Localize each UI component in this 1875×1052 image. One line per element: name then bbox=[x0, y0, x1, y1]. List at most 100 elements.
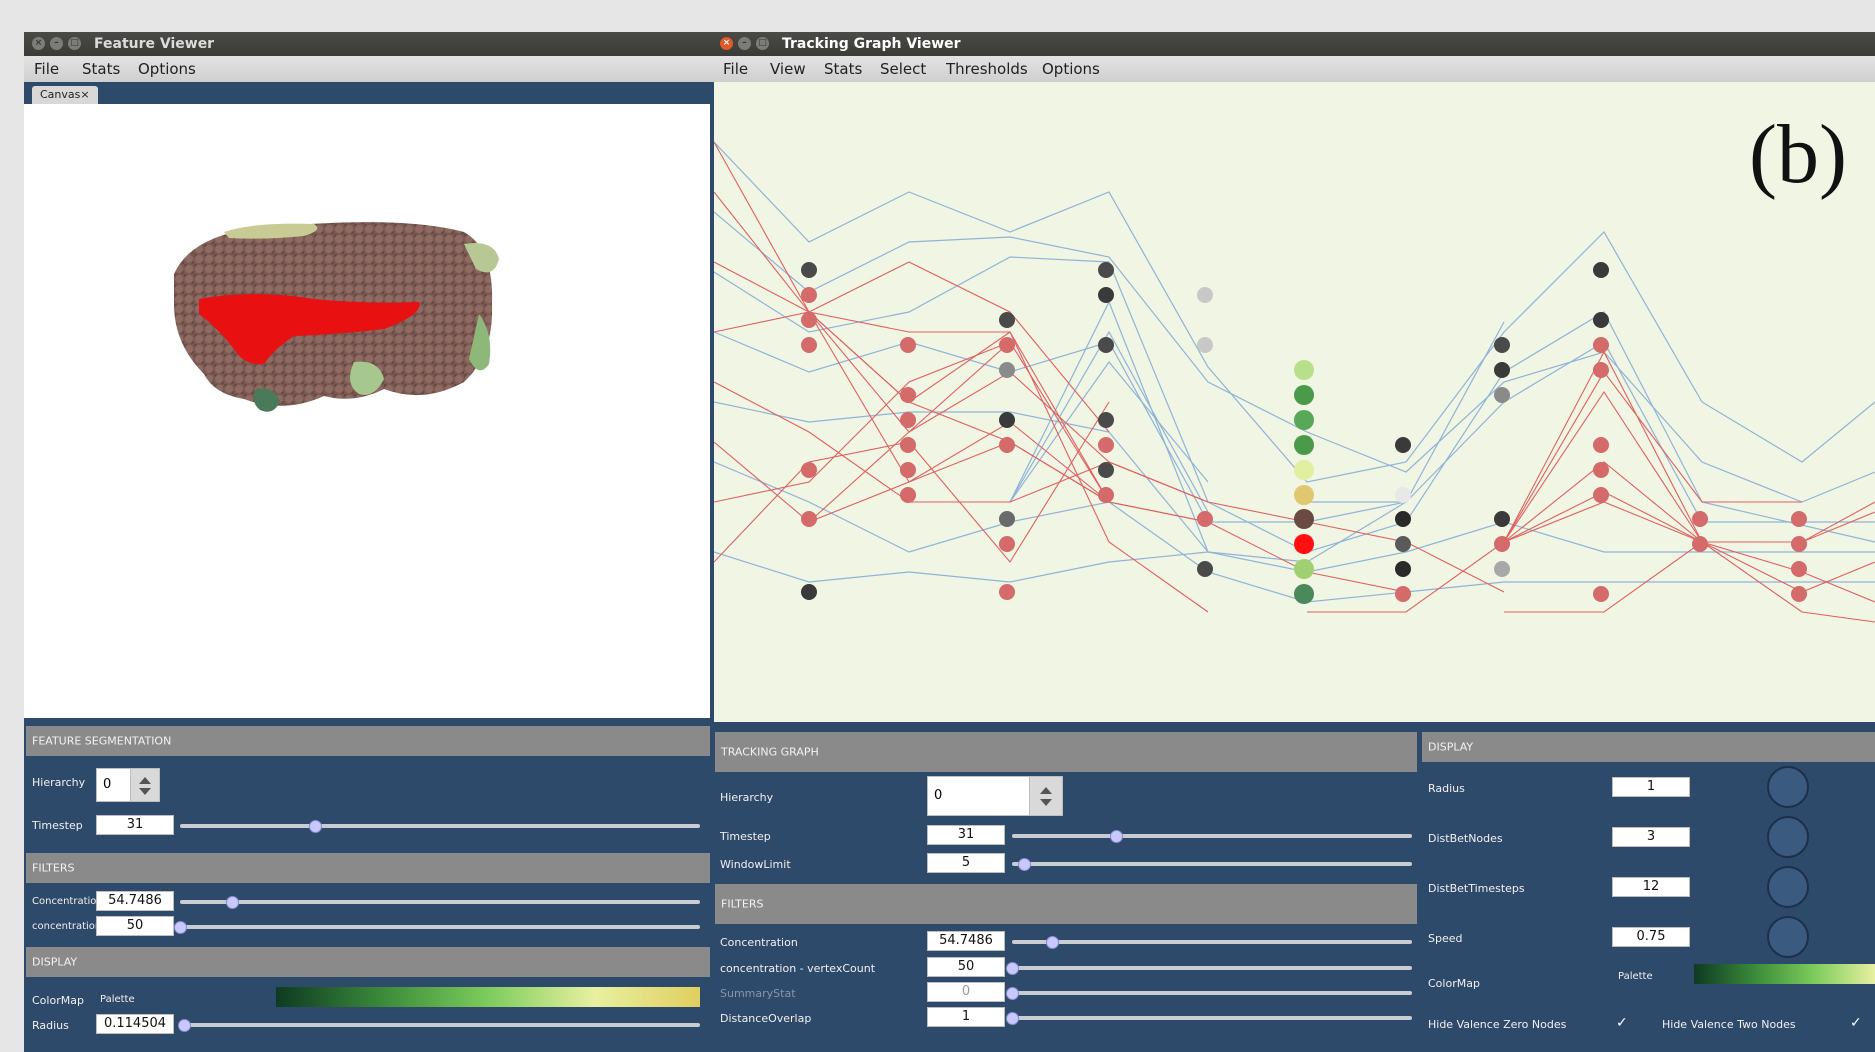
feature-filters-title: FILTERS bbox=[32, 861, 75, 875]
timestep-slider-knob[interactable] bbox=[309, 820, 323, 833]
tg-overlap-slider-track[interactable] bbox=[1012, 1016, 1412, 1020]
spin-arrows-icon[interactable] bbox=[1029, 777, 1062, 815]
colormap-gradient[interactable] bbox=[276, 987, 700, 1007]
tg-window-slider-track[interactable] bbox=[1012, 862, 1412, 866]
tg-overlap-field[interactable]: 1 bbox=[927, 1007, 1005, 1027]
menu-options[interactable]: Options bbox=[138, 60, 196, 78]
tg-vertex-field[interactable]: 50 bbox=[927, 957, 1005, 977]
figure-label: (b) bbox=[1749, 108, 1847, 201]
minimize-icon[interactable]: – bbox=[50, 37, 63, 50]
tracking-viewer-titlebar: × – □ Tracking Graph Viewer bbox=[712, 32, 1875, 56]
tg-timestep-field[interactable]: 31 bbox=[927, 825, 1005, 845]
tg-vertex-label: concentration - vertexCount bbox=[720, 962, 876, 975]
hierarchy-label: Hierarchy bbox=[32, 776, 86, 789]
distnodes-dial-icon[interactable] bbox=[1767, 816, 1809, 858]
menu-bar: File View Stats Select Thresholds Option… bbox=[712, 56, 1875, 82]
tg-disttimesteps-label: DistBetTimesteps bbox=[1428, 882, 1525, 895]
concentration-count-slider-knob[interactable] bbox=[174, 921, 187, 934]
tab-bar: Canvas× bbox=[24, 82, 712, 104]
tg-summary-slider-track[interactable] bbox=[1012, 991, 1412, 995]
feature-segmentation-title: FEATURE SEGMENTATION bbox=[32, 734, 172, 748]
tg-window-slider-knob[interactable] bbox=[1018, 858, 1031, 871]
menu-stats[interactable]: Stats bbox=[82, 60, 120, 78]
concentration-field[interactable]: 54.7486 bbox=[96, 891, 174, 911]
tg-disttimesteps-field[interactable]: 12 bbox=[1612, 877, 1690, 897]
tracking-graph-header: TRACKING GRAPH bbox=[715, 732, 1417, 772]
menu-thresholds[interactable]: Thresholds bbox=[946, 60, 1028, 78]
tg-palette-label: Palette bbox=[1618, 971, 1653, 982]
concentration-count-field[interactable]: 50 bbox=[96, 916, 174, 936]
tg-filters-title: FILTERS bbox=[721, 897, 764, 911]
close-icon[interactable]: × bbox=[720, 37, 733, 50]
menu-options[interactable]: Options bbox=[1042, 60, 1100, 78]
hide-two-checkbox[interactable]: ✓ bbox=[1850, 1016, 1864, 1030]
tracking-graph-title: TRACKING GRAPH bbox=[721, 745, 819, 759]
tracking-graph: (b) bbox=[714, 108, 1875, 623]
tg-display-header: DISPLAY bbox=[1422, 732, 1875, 762]
tg-window-field[interactable]: 5 bbox=[927, 853, 1005, 873]
tg-concentration-slider-knob[interactable] bbox=[1046, 936, 1059, 949]
menu-stats[interactable]: Stats bbox=[824, 60, 862, 78]
radius-slider-knob[interactable] bbox=[178, 1019, 191, 1032]
hierarchy-spinbox[interactable]: 0 bbox=[96, 768, 160, 802]
tg-speed-label: Speed bbox=[1428, 932, 1463, 945]
tracking-viewer-window: × – □ Tracking Graph Viewer File View St… bbox=[712, 32, 1875, 1052]
concentration-slider-knob[interactable] bbox=[226, 896, 239, 909]
concentration-slider-track[interactable] bbox=[180, 900, 700, 904]
tg-summary-label: SummaryStat bbox=[720, 987, 796, 1000]
feature-viewer-window: × – □ Feature Viewer File Stats Options … bbox=[24, 32, 712, 1052]
speed-dial-icon[interactable] bbox=[1767, 916, 1809, 958]
tg-vertex-slider-track[interactable] bbox=[1012, 966, 1412, 970]
render-canvas[interactable] bbox=[24, 104, 710, 718]
tg-timestep-slider-knob[interactable] bbox=[1110, 830, 1123, 843]
feature-render bbox=[174, 222, 499, 412]
concentration-count-slider-track[interactable] bbox=[180, 925, 700, 929]
tg-concentration-slider-track[interactable] bbox=[1012, 940, 1412, 944]
minimize-icon[interactable]: – bbox=[738, 37, 751, 50]
hide-zero-checkbox[interactable]: ✓ bbox=[1616, 1016, 1630, 1030]
menu-view[interactable]: View bbox=[770, 60, 806, 78]
tg-overlap-slider-knob[interactable] bbox=[1006, 1012, 1019, 1025]
radius-label: Radius bbox=[32, 1019, 69, 1032]
tg-timestep-slider-track[interactable] bbox=[1012, 834, 1412, 838]
radius-field[interactable]: 0.114504 bbox=[96, 1014, 174, 1034]
radius-dial-icon[interactable] bbox=[1767, 766, 1809, 808]
tg-distnodes-field[interactable]: 3 bbox=[1612, 827, 1690, 847]
tab-close-icon[interactable]: × bbox=[80, 88, 89, 101]
tg-colormap-gradient[interactable] bbox=[1694, 964, 1875, 984]
tg-vertex-slider-knob[interactable] bbox=[1006, 962, 1019, 975]
timestep-field[interactable]: 31 bbox=[96, 815, 174, 835]
tg-distnodes-label: DistBetNodes bbox=[1428, 832, 1503, 845]
tg-window-label: WindowLimit bbox=[720, 858, 791, 871]
radius-slider-track[interactable] bbox=[184, 1023, 700, 1027]
menu-file[interactable]: File bbox=[723, 60, 748, 78]
menu-file[interactable]: File bbox=[34, 60, 59, 78]
feature-segmentation-header: FEATURE SEGMENTATION bbox=[26, 726, 710, 756]
tab-canvas[interactable]: Canvas× bbox=[32, 86, 98, 104]
tg-speed-field[interactable]: 0.75 bbox=[1612, 927, 1690, 947]
tg-radius-field[interactable]: 1 bbox=[1612, 777, 1690, 797]
tg-concentration-label: Concentration bbox=[720, 936, 798, 949]
tracking-graph-canvas[interactable]: (b) bbox=[714, 82, 1875, 722]
spin-arrows-icon[interactable] bbox=[130, 769, 159, 801]
tg-timestep-label: Timestep bbox=[720, 830, 771, 843]
tg-concentration-field[interactable]: 54.7486 bbox=[927, 931, 1005, 951]
close-icon[interactable]: × bbox=[32, 37, 45, 50]
menu-select[interactable]: Select bbox=[880, 60, 926, 78]
tg-summary-slider-knob[interactable] bbox=[1006, 987, 1019, 1000]
timestep-slider-track[interactable] bbox=[180, 824, 700, 828]
tg-hierarchy-label: Hierarchy bbox=[720, 791, 774, 804]
maximize-icon[interactable]: □ bbox=[68, 37, 81, 50]
colormap-label: ColorMap bbox=[32, 994, 84, 1007]
disttimesteps-dial-icon[interactable] bbox=[1767, 866, 1809, 908]
feature-display-header: DISPLAY bbox=[26, 947, 710, 977]
tg-hierarchy-spinbox[interactable]: 0 bbox=[927, 776, 1063, 816]
tg-colormap-label: ColorMap bbox=[1428, 977, 1480, 990]
maximize-icon[interactable]: □ bbox=[756, 37, 769, 50]
tg-summary-field[interactable]: 0 bbox=[927, 982, 1005, 1002]
graph-nodes bbox=[801, 262, 1807, 604]
feature-display-title: DISPLAY bbox=[32, 955, 78, 969]
window-title: Feature Viewer bbox=[94, 36, 215, 52]
feature-filters-header: FILTERS bbox=[26, 853, 710, 883]
window-title: Tracking Graph Viewer bbox=[782, 36, 961, 52]
